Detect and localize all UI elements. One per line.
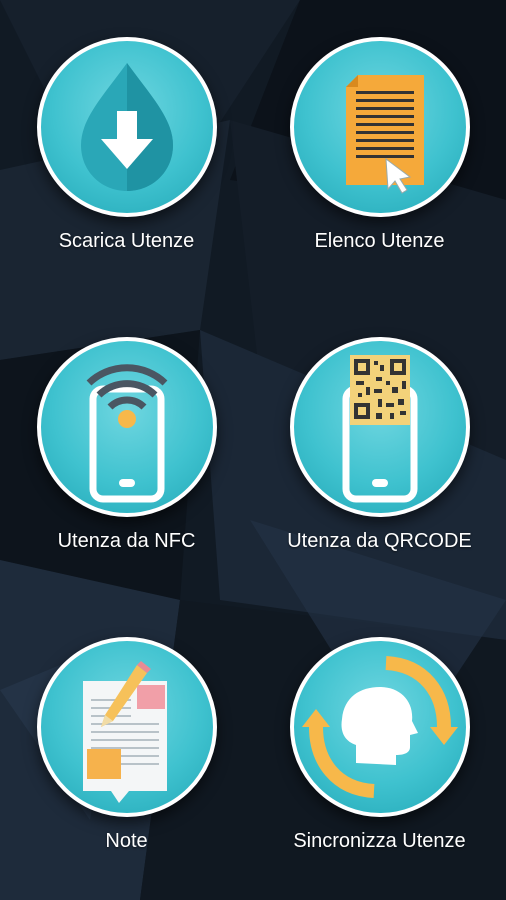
user-from-qrcode-button[interactable]: Utenza da QRCODE: [253, 300, 506, 600]
users-list-label: Elenco Utenze: [314, 230, 445, 252]
sync-icon: [289, 637, 470, 817]
sync-users-button[interactable]: Sincronizza Utenze: [253, 600, 506, 900]
qrcode-phone-icon: [289, 337, 470, 517]
download-users-button[interactable]: Scarica Utenze: [0, 0, 253, 300]
user-from-qrcode-label: Utenza da QRCODE: [287, 530, 472, 552]
notes-button[interactable]: Note: [0, 600, 253, 900]
notes-icon: [36, 637, 217, 817]
user-from-nfc-label: Utenza da NFC: [57, 530, 196, 552]
download-users-label: Scarica Utenze: [58, 230, 195, 252]
notes-label: Note: [105, 830, 148, 852]
nfc-phone-icon: [36, 337, 217, 517]
download-icon: [36, 37, 217, 217]
user-from-nfc-button[interactable]: Utenza da NFC: [0, 300, 253, 600]
sync-users-label: Sincronizza Utenze: [293, 830, 466, 852]
document-list-icon: [289, 37, 470, 217]
users-list-button[interactable]: Elenco Utenze: [253, 0, 506, 300]
